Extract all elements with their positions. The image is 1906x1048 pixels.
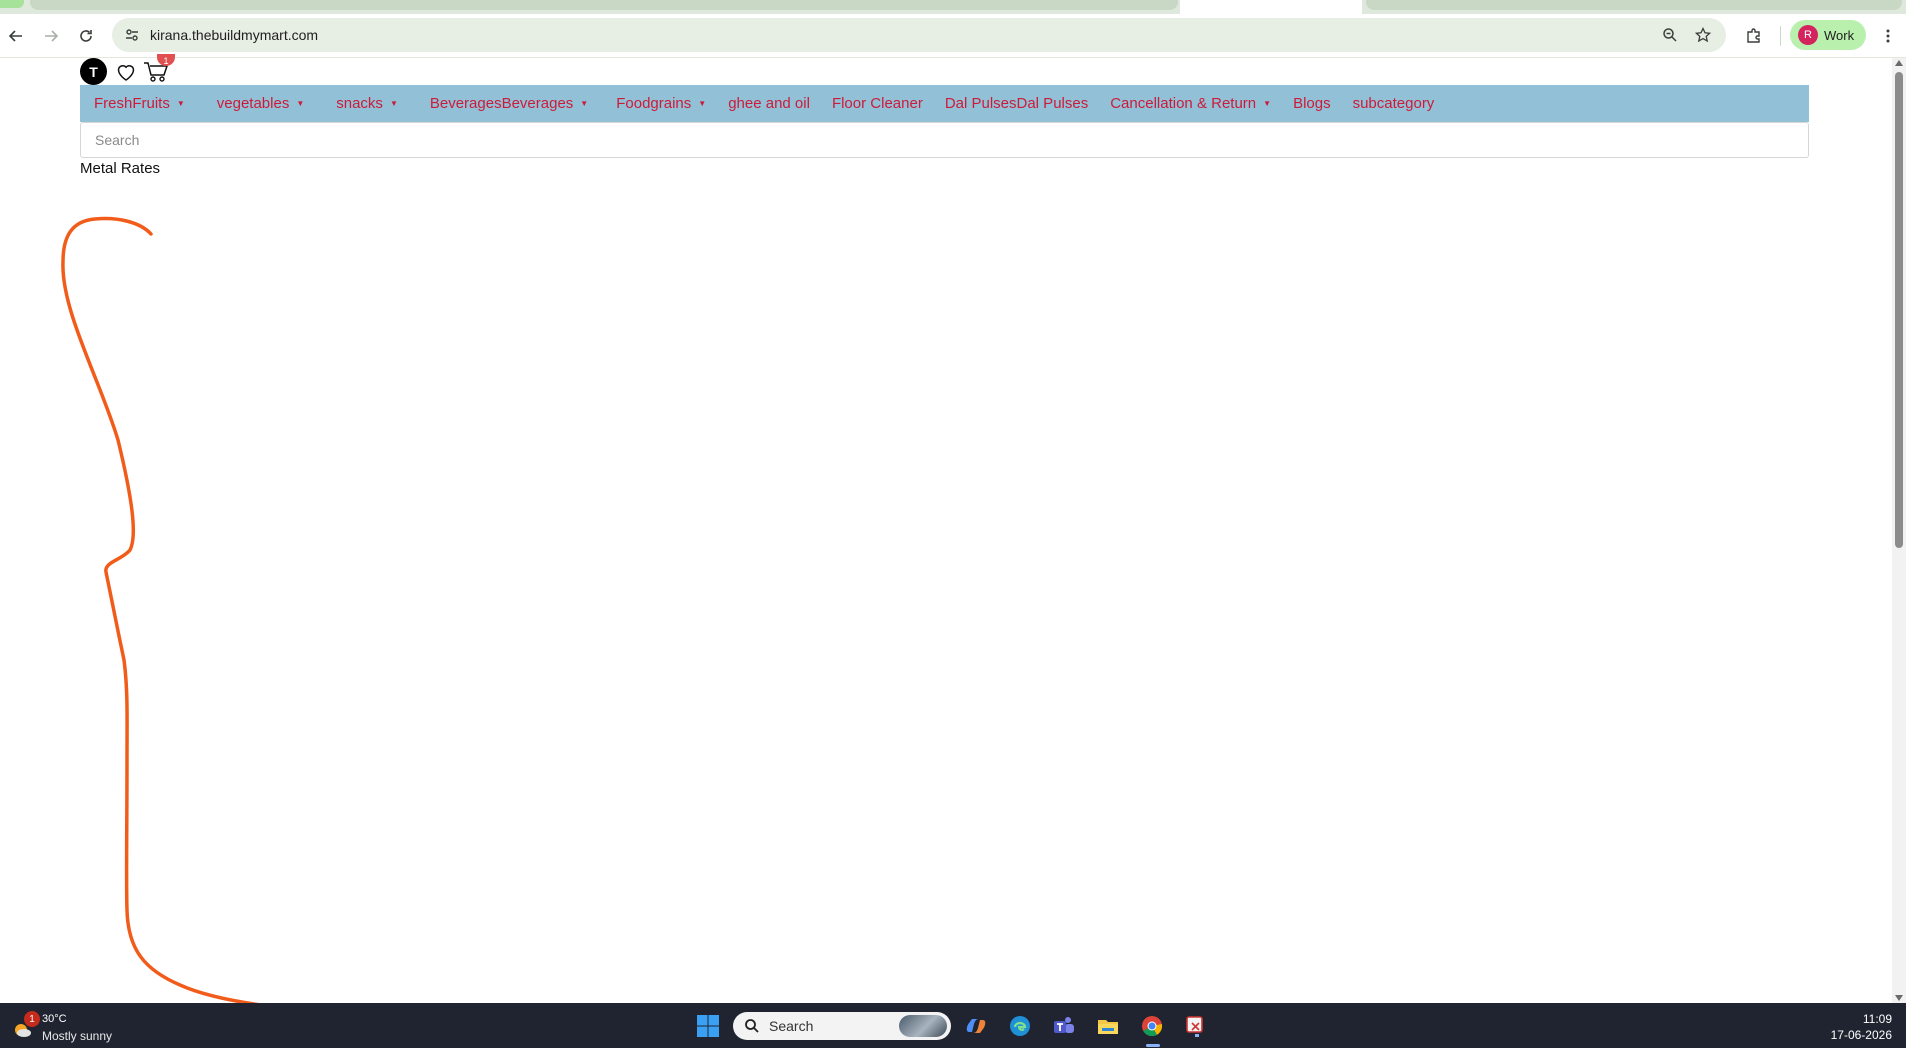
menu-item-label: BeveragesBeverages	[429, 95, 574, 112]
start-button[interactable]	[693, 1011, 723, 1041]
search-highlight-image	[899, 1015, 947, 1037]
url-text[interactable]: kirana.thebuildmymart.com	[150, 27, 318, 43]
page-content: T 1 FreshFruits ▼ vegetables ▼ snacks ▼ Bev…	[0, 54, 1906, 1003]
browser-menu-button[interactable]	[1878, 22, 1898, 50]
menu-item-label: Foodgrains	[616, 95, 692, 112]
search-icon	[745, 1019, 759, 1033]
cart-count-badge: 1	[157, 54, 175, 66]
screen: kirana.thebuildmymart.com R Work T 1 Fre…	[0, 0, 1906, 1048]
address-bar[interactable]: kirana.thebuildmymart.com	[112, 18, 1726, 52]
chevron-down-icon: ▼	[176, 99, 185, 108]
menu-item-vegetables[interactable]: vegetables ▼	[217, 95, 304, 112]
menu-item-label: FreshFruits	[94, 95, 170, 112]
toolbar-divider	[1780, 26, 1781, 46]
profile-label: Work	[1824, 27, 1855, 43]
browser-toolbar: kirana.thebuildmymart.com R Work	[0, 14, 1906, 58]
back-arrow-icon	[8, 30, 22, 42]
chrome-button[interactable]	[1137, 1011, 1167, 1041]
menu-item-snacks[interactable]: snacks ▼	[336, 95, 398, 112]
menu-item-blogs[interactable]: Blogs	[1293, 95, 1331, 112]
tab-strip	[0, 0, 1906, 14]
menu-item-beverages[interactable]: BeveragesBeverages ▼	[430, 95, 588, 112]
menu-item-floor-cleaner[interactable]: Floor Cleaner	[832, 95, 923, 112]
taskbar-search-label: Search	[769, 1018, 814, 1034]
teams-icon	[1054, 1017, 1074, 1033]
menu-item-label: Floor Cleaner	[831, 95, 923, 112]
metal-rates-label: Metal Rates	[80, 160, 161, 177]
category-menu: FreshFruits ▼ vegetables ▼ snacks ▼ Beverag…	[80, 85, 1809, 122]
menu-item-label: Dal PulsesDal Pulses	[944, 95, 1089, 112]
back-button[interactable]	[2, 22, 30, 50]
profile-button[interactable]: R Work	[1790, 20, 1866, 50]
search-input[interactable]	[80, 122, 1809, 158]
menu-item-cancellation-return[interactable]: Cancellation & Return ▼	[1110, 95, 1271, 112]
scroll-down-arrow-icon[interactable]	[1895, 995, 1903, 1001]
wishlist-heart-icon[interactable]	[114, 60, 138, 84]
puzzle-icon	[1747, 28, 1760, 43]
scroll-thumb[interactable]	[1895, 72, 1903, 548]
page-scrollbar[interactable]	[1892, 58, 1906, 1003]
user-avatar[interactable]: T	[80, 58, 107, 85]
weather-temperature: 30°C	[42, 1013, 67, 1025]
chrome-active-indicator	[1146, 1044, 1160, 1047]
forward-button[interactable]	[37, 22, 65, 50]
clock-time: 11:09	[1862, 1012, 1892, 1026]
chevron-down-icon: ▼	[580, 99, 589, 108]
copilot-icon	[966, 1019, 986, 1033]
windows-logo-icon	[697, 1015, 719, 1037]
menu-item-dal-pulses[interactable]: Dal PulsesDal Pulses	[945, 95, 1088, 112]
tab-active[interactable]	[1180, 0, 1362, 14]
profile-avatar: R	[1798, 25, 1818, 45]
teams-button[interactable]	[1049, 1011, 1079, 1041]
bookmark-star-icon[interactable]	[1693, 25, 1713, 45]
scroll-up-arrow-icon[interactable]	[1895, 60, 1903, 66]
chevron-down-icon: ▼	[1263, 99, 1272, 108]
menu-item-ghee-and-oil[interactable]: ghee and oil	[728, 95, 810, 112]
chevron-down-icon: ▼	[296, 99, 305, 108]
weather-badge: 1	[24, 1011, 40, 1027]
copilot-button[interactable]	[961, 1011, 991, 1041]
clock-date: 17-06-2026	[1830, 1028, 1892, 1042]
reload-icon	[80, 30, 92, 42]
menu-item-label: snacks	[336, 95, 383, 112]
weather-widget[interactable]: 1 30°C Mostly sunny	[10, 1009, 130, 1043]
tab-inactive[interactable]	[30, 0, 1178, 10]
chevron-down-icon: ▼	[389, 99, 398, 108]
tab-favicon[interactable]	[0, 0, 24, 8]
chrome-icon	[1142, 1016, 1163, 1037]
taskbar-search[interactable]: Search	[733, 1012, 951, 1040]
edge-icon	[1010, 1016, 1030, 1036]
snipping-icon	[1186, 1016, 1203, 1037]
snipping-tool-button[interactable]	[1181, 1011, 1211, 1041]
system-clock[interactable]: 11:09 17-06-2026	[1831, 1011, 1892, 1043]
forward-arrow-icon	[45, 30, 59, 42]
folder-icon	[1098, 1020, 1118, 1034]
windows-taskbar: 1 30°C Mostly sunny Search 11:09 17-06-2…	[0, 1003, 1906, 1048]
menu-item-label: Blogs	[1293, 95, 1331, 112]
menu-item-label: vegetables	[216, 95, 290, 112]
menu-item-subcategory[interactable]: subcategory	[1353, 95, 1435, 112]
extensions-button[interactable]	[1740, 22, 1768, 50]
weather-condition: Mostly sunny	[42, 1029, 113, 1043]
menu-item-foodgrains[interactable]: Foodgrains ▼	[616, 95, 706, 112]
chevron-down-icon: ▼	[698, 99, 707, 108]
file-explorer-button[interactable]	[1093, 1011, 1123, 1041]
menu-item-freshfruits[interactable]: FreshFruits ▼	[94, 95, 185, 112]
reload-button[interactable]	[72, 22, 100, 50]
edge-button[interactable]	[1005, 1011, 1035, 1041]
site-info-icon[interactable]	[122, 25, 142, 45]
menu-item-label: Cancellation & Return	[1110, 95, 1257, 112]
menu-item-label: subcategory	[1352, 95, 1435, 112]
zoom-icon[interactable]	[1660, 25, 1680, 45]
menu-item-label: ghee and oil	[728, 95, 810, 112]
more-vert-icon	[1886, 29, 1890, 43]
tab-inactive[interactable]	[1366, 0, 1902, 10]
